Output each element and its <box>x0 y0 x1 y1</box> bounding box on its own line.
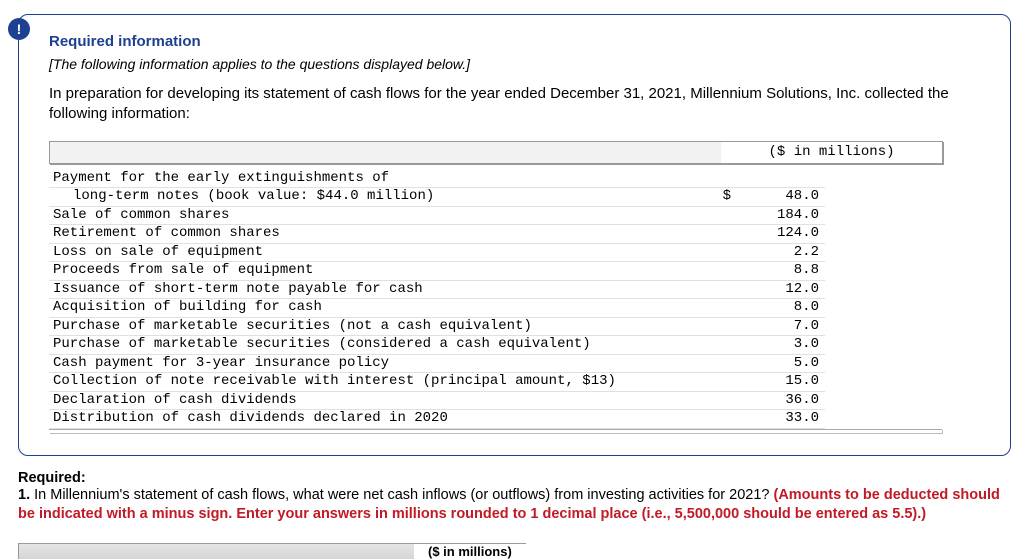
row-label: Retirement of common shares <box>49 225 711 244</box>
answer-header-bar: ($ in millions) <box>0 543 1021 559</box>
row-value <box>731 170 825 189</box>
question-1: 1. In Millennium's statement of cash flo… <box>18 486 1011 525</box>
row-prefix <box>711 299 731 318</box>
row-label: Loss on sale of equipment <box>49 244 711 263</box>
row-prefix: $ <box>711 188 731 207</box>
row-label: Cash payment for 3-year insurance policy <box>49 355 711 374</box>
required-heading: Required: <box>18 470 1011 486</box>
row-prefix <box>711 373 731 392</box>
q1-plain: In Millennium's statement of cash flows,… <box>34 487 773 503</box>
table-row: Cash payment for 3-year insurance policy… <box>49 355 984 374</box>
row-prefix <box>711 170 731 189</box>
info-card: Required information [The following info… <box>18 14 1011 456</box>
table-row: Acquisition of building for cash 8.0 <box>49 299 984 318</box>
row-value: 184.0 <box>731 207 825 226</box>
table-row: Retirement of common shares 124.0 <box>49 225 984 244</box>
table-rows: Payment for the early extinguishments of… <box>49 170 984 429</box>
table-row: Loss on sale of equipment 2.2 <box>49 244 984 263</box>
row-label: Sale of common shares <box>49 207 711 226</box>
table-row: long-term notes (book value: $44.0 milli… <box>49 188 984 207</box>
row-value: 5.0 <box>731 355 825 374</box>
answer-gray-cell <box>18 543 414 559</box>
table-row: Collection of note receivable with inter… <box>49 373 984 392</box>
row-value: 2.2 <box>731 244 825 263</box>
table-header-bar: ($ in millions) <box>49 141 943 165</box>
row-prefix <box>711 225 731 244</box>
row-label: Purchase of marketable securities (consi… <box>49 336 711 355</box>
required-block: Required: 1. In Millennium's statement o… <box>0 470 1021 525</box>
table-row: Declaration of cash dividends 36.0 <box>49 392 984 411</box>
table-bottom-shadow <box>49 429 942 433</box>
info-badge: ! <box>8 18 30 40</box>
intro-paragraph: In preparation for developing its statem… <box>49 84 984 125</box>
row-label: Collection of note receivable with inter… <box>49 373 711 392</box>
row-value: 15.0 <box>731 373 825 392</box>
table-row: Purchase of marketable securities (not a… <box>49 318 984 337</box>
row-prefix <box>711 207 731 226</box>
required-info-title: Required information <box>49 33 984 50</box>
row-value: 124.0 <box>731 225 825 244</box>
column-header: ($ in millions) <box>721 142 942 164</box>
row-label: Distribution of cash dividends declared … <box>49 410 711 429</box>
row-prefix <box>711 410 731 429</box>
row-prefix <box>711 392 731 411</box>
answer-header-label: ($ in millions) <box>414 543 526 559</box>
header-left-spacer <box>50 142 721 164</box>
row-value: 8.8 <box>731 262 825 281</box>
row-value: 7.0 <box>731 318 825 337</box>
row-value: 48.0 <box>731 188 825 207</box>
q1-number: 1. <box>18 487 34 503</box>
row-value: 3.0 <box>731 336 825 355</box>
row-label: Payment for the early extinguishments of <box>49 170 711 189</box>
row-value: 36.0 <box>731 392 825 411</box>
row-prefix <box>711 318 731 337</box>
row-label: Declaration of cash dividends <box>49 392 711 411</box>
row-label: Issuance of short-term note payable for … <box>49 281 711 300</box>
row-prefix <box>711 281 731 300</box>
row-prefix <box>711 262 731 281</box>
row-prefix <box>711 244 731 263</box>
row-label: long-term notes (book value: $44.0 milli… <box>49 188 711 207</box>
data-table: ($ in millions) Payment for the early ex… <box>49 141 984 433</box>
table-row: Payment for the early extinguishments of <box>49 170 984 189</box>
table-row: Distribution of cash dividends declared … <box>49 410 984 429</box>
row-value: 12.0 <box>731 281 825 300</box>
row-value: 33.0 <box>731 410 825 429</box>
row-prefix <box>711 355 731 374</box>
applies-note: [The following information applies to th… <box>49 56 984 72</box>
row-label: Purchase of marketable securities (not a… <box>49 318 711 337</box>
table-row: Proceeds from sale of equipment 8.8 <box>49 262 984 281</box>
row-prefix <box>711 336 731 355</box>
row-label: Proceeds from sale of equipment <box>49 262 711 281</box>
table-row: Purchase of marketable securities (consi… <box>49 336 984 355</box>
row-value: 8.0 <box>731 299 825 318</box>
table-row: Sale of common shares 184.0 <box>49 207 984 226</box>
row-label: Acquisition of building for cash <box>49 299 711 318</box>
table-row: Issuance of short-term note payable for … <box>49 281 984 300</box>
